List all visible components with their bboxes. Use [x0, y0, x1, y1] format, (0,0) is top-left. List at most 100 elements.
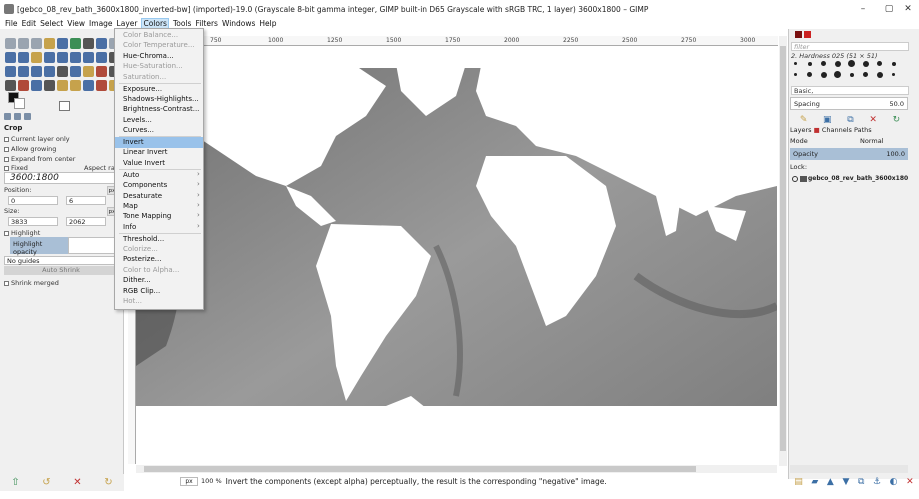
reset-options-icon[interactable]: ↻: [103, 477, 114, 488]
colors-menu-item[interactable]: Hue-Saturation...: [115, 61, 203, 72]
colors-menu-item[interactable]: Info: [115, 222, 203, 233]
ratio-field[interactable]: 3600:1800: [4, 172, 116, 184]
move-tool-icon[interactable]: [18, 52, 29, 63]
align-tool-icon[interactable]: [31, 52, 42, 63]
colors-menu-item[interactable]: Exposure...: [115, 84, 203, 95]
colors-menu-item[interactable]: Color Temperature...: [115, 40, 203, 51]
colors-menu-item[interactable]: Colorize...: [115, 244, 203, 255]
crop-tool-icon[interactable]: [44, 52, 55, 63]
colors-menu-item[interactable]: Invert: [115, 137, 203, 148]
heal-tool-icon[interactable]: [57, 80, 68, 91]
foreground-select-tool-icon[interactable]: [83, 38, 94, 49]
anchor-layer-icon[interactable]: ⚓: [873, 477, 881, 487]
scale-tool-icon[interactable]: [70, 52, 81, 63]
delete-layer-icon[interactable]: ✕: [906, 477, 914, 487]
menu-filters[interactable]: Filters: [195, 19, 217, 28]
horizontal-scroll-thumb[interactable]: [144, 466, 696, 472]
menu-image[interactable]: Image: [89, 19, 113, 28]
colors-menu-item[interactable]: Components: [115, 180, 203, 191]
dodge-tool-icon[interactable]: [83, 80, 94, 91]
dock-horizontal-scrollbar[interactable]: [790, 465, 908, 473]
brush-preset-icon[interactable]: [849, 72, 854, 77]
zoom-level-select[interactable]: 100 %: [201, 477, 222, 485]
brush-preset-icon[interactable]: [807, 72, 812, 77]
colors-menu-item[interactable]: Map: [115, 201, 203, 212]
perspective-tool-icon[interactable]: [96, 52, 107, 63]
delete-brush-icon[interactable]: ✕: [869, 115, 877, 125]
opacity-slider[interactable]: Opacity 100.0: [790, 148, 908, 160]
brush-icon[interactable]: [804, 31, 811, 38]
brush-preset-icon[interactable]: [794, 73, 797, 76]
menu-view[interactable]: View: [67, 19, 85, 28]
colors-menu-item[interactable]: Shadows-Highlights...: [115, 94, 203, 105]
allow-growing-checkbox[interactable]: Allow growing: [4, 145, 56, 153]
colors-menu-item[interactable]: Threshold...: [115, 234, 203, 245]
guides-dropdown[interactable]: No guides: [4, 256, 118, 265]
gradient-tool-icon[interactable]: [83, 66, 94, 77]
eraser-tool-icon[interactable]: [5, 80, 16, 91]
measure-tool-icon[interactable]: [5, 52, 16, 63]
colors-menu-item[interactable]: Posterize...: [115, 254, 203, 265]
tab-layers[interactable]: Layers: [790, 126, 812, 134]
menu-layer[interactable]: Layer: [117, 19, 138, 28]
colors-menu-item[interactable]: Value Invert: [115, 158, 203, 169]
tab-channels[interactable]: Channels: [822, 126, 852, 134]
image-canvas[interactable]: [136, 46, 777, 464]
layer-list-item[interactable]: gebco_08_rev_bath_3600x1800_inverted-bw: [790, 173, 908, 185]
colors-menu-item[interactable]: Linear Invert: [115, 147, 203, 158]
colors-menu-item[interactable]: Saturation...: [115, 72, 203, 83]
rotate-tool-icon[interactable]: [57, 52, 68, 63]
undo-history-tab-icon[interactable]: [24, 113, 31, 120]
vertical-scrollbar[interactable]: [779, 36, 787, 466]
brush-preset-icon[interactable]: [820, 71, 827, 78]
visibility-eye-icon[interactable]: [792, 176, 798, 182]
color-select-tool-icon[interactable]: [57, 38, 68, 49]
cage-tool-icon[interactable]: [5, 66, 16, 77]
menu-file[interactable]: File: [5, 19, 18, 28]
unified-transform-tool-icon[interactable]: [44, 66, 55, 77]
mask-layer-icon[interactable]: ◐: [890, 477, 898, 487]
horizontal-ruler[interactable]: 750 1000 1250 1500 1750 2000 2250 2500 2…: [128, 36, 778, 46]
rect-select-tool-icon[interactable]: [5, 38, 16, 49]
spacing-slider[interactable]: Spacing 50.0: [790, 97, 908, 110]
colors-menu-item[interactable]: Tone Mapping: [115, 211, 203, 222]
close-window-button[interactable]: ✕: [895, 0, 919, 18]
fixed-checkbox[interactable]: Fixed: [4, 164, 28, 172]
colors-menu-item[interactable]: Dither...: [115, 275, 203, 286]
colors-menu-item[interactable]: Color to Alpha...: [115, 265, 203, 276]
new-brush-icon[interactable]: ▣: [823, 115, 832, 125]
edit-brush-icon[interactable]: ✎: [800, 115, 808, 125]
colors-menu-item[interactable]: Hue-Chroma...: [115, 51, 203, 62]
brush-preset-icon[interactable]: [821, 61, 826, 66]
auto-shrink-button[interactable]: Auto Shrink: [4, 266, 118, 275]
airbrush-tool-icon[interactable]: [18, 80, 29, 91]
colors-menu-item[interactable]: Color Balance...: [115, 30, 203, 41]
highlight-opacity-track[interactable]: [68, 237, 118, 254]
ink-tool-icon[interactable]: [31, 80, 42, 91]
mypaint-tool-icon[interactable]: [96, 80, 107, 91]
clone-tool-icon[interactable]: [44, 80, 55, 91]
brush-preset-icon[interactable]: [862, 60, 869, 67]
tool-options-tab-icon[interactable]: [4, 113, 11, 120]
menu-tools[interactable]: Tools: [173, 19, 191, 28]
brush-preset-icon[interactable]: [848, 60, 855, 67]
tab-paths[interactable]: Paths: [854, 126, 872, 134]
colors-menu-item[interactable]: Desaturate: [115, 191, 203, 202]
size-width-field[interactable]: 3833: [8, 217, 58, 226]
brush-tags-field[interactable]: Basic,: [791, 86, 909, 95]
device-status-tab-icon[interactable]: [14, 113, 21, 120]
shear-tool-icon[interactable]: [83, 52, 94, 63]
colors-menu-item[interactable]: Levels...: [115, 115, 203, 126]
colors-menu-item[interactable]: Hot...: [115, 296, 203, 307]
brush-filter-input[interactable]: filter: [791, 42, 909, 51]
colors-menu-item[interactable]: RGB Clip...: [115, 286, 203, 297]
minimize-button[interactable]: –: [850, 0, 876, 18]
handle-transform-tool-icon[interactable]: [31, 66, 42, 77]
highlight-opacity-slider[interactable]: Highlight opacity: [10, 237, 68, 256]
refresh-brushes-icon[interactable]: ↻: [893, 115, 901, 125]
position-y-field[interactable]: 6: [66, 196, 106, 205]
new-layer-group-icon[interactable]: ▰: [811, 477, 818, 487]
highlight-checkbox[interactable]: Highlight: [4, 229, 40, 237]
raise-layer-icon[interactable]: ▲: [827, 477, 834, 487]
text-tool-icon[interactable]: [57, 66, 68, 77]
